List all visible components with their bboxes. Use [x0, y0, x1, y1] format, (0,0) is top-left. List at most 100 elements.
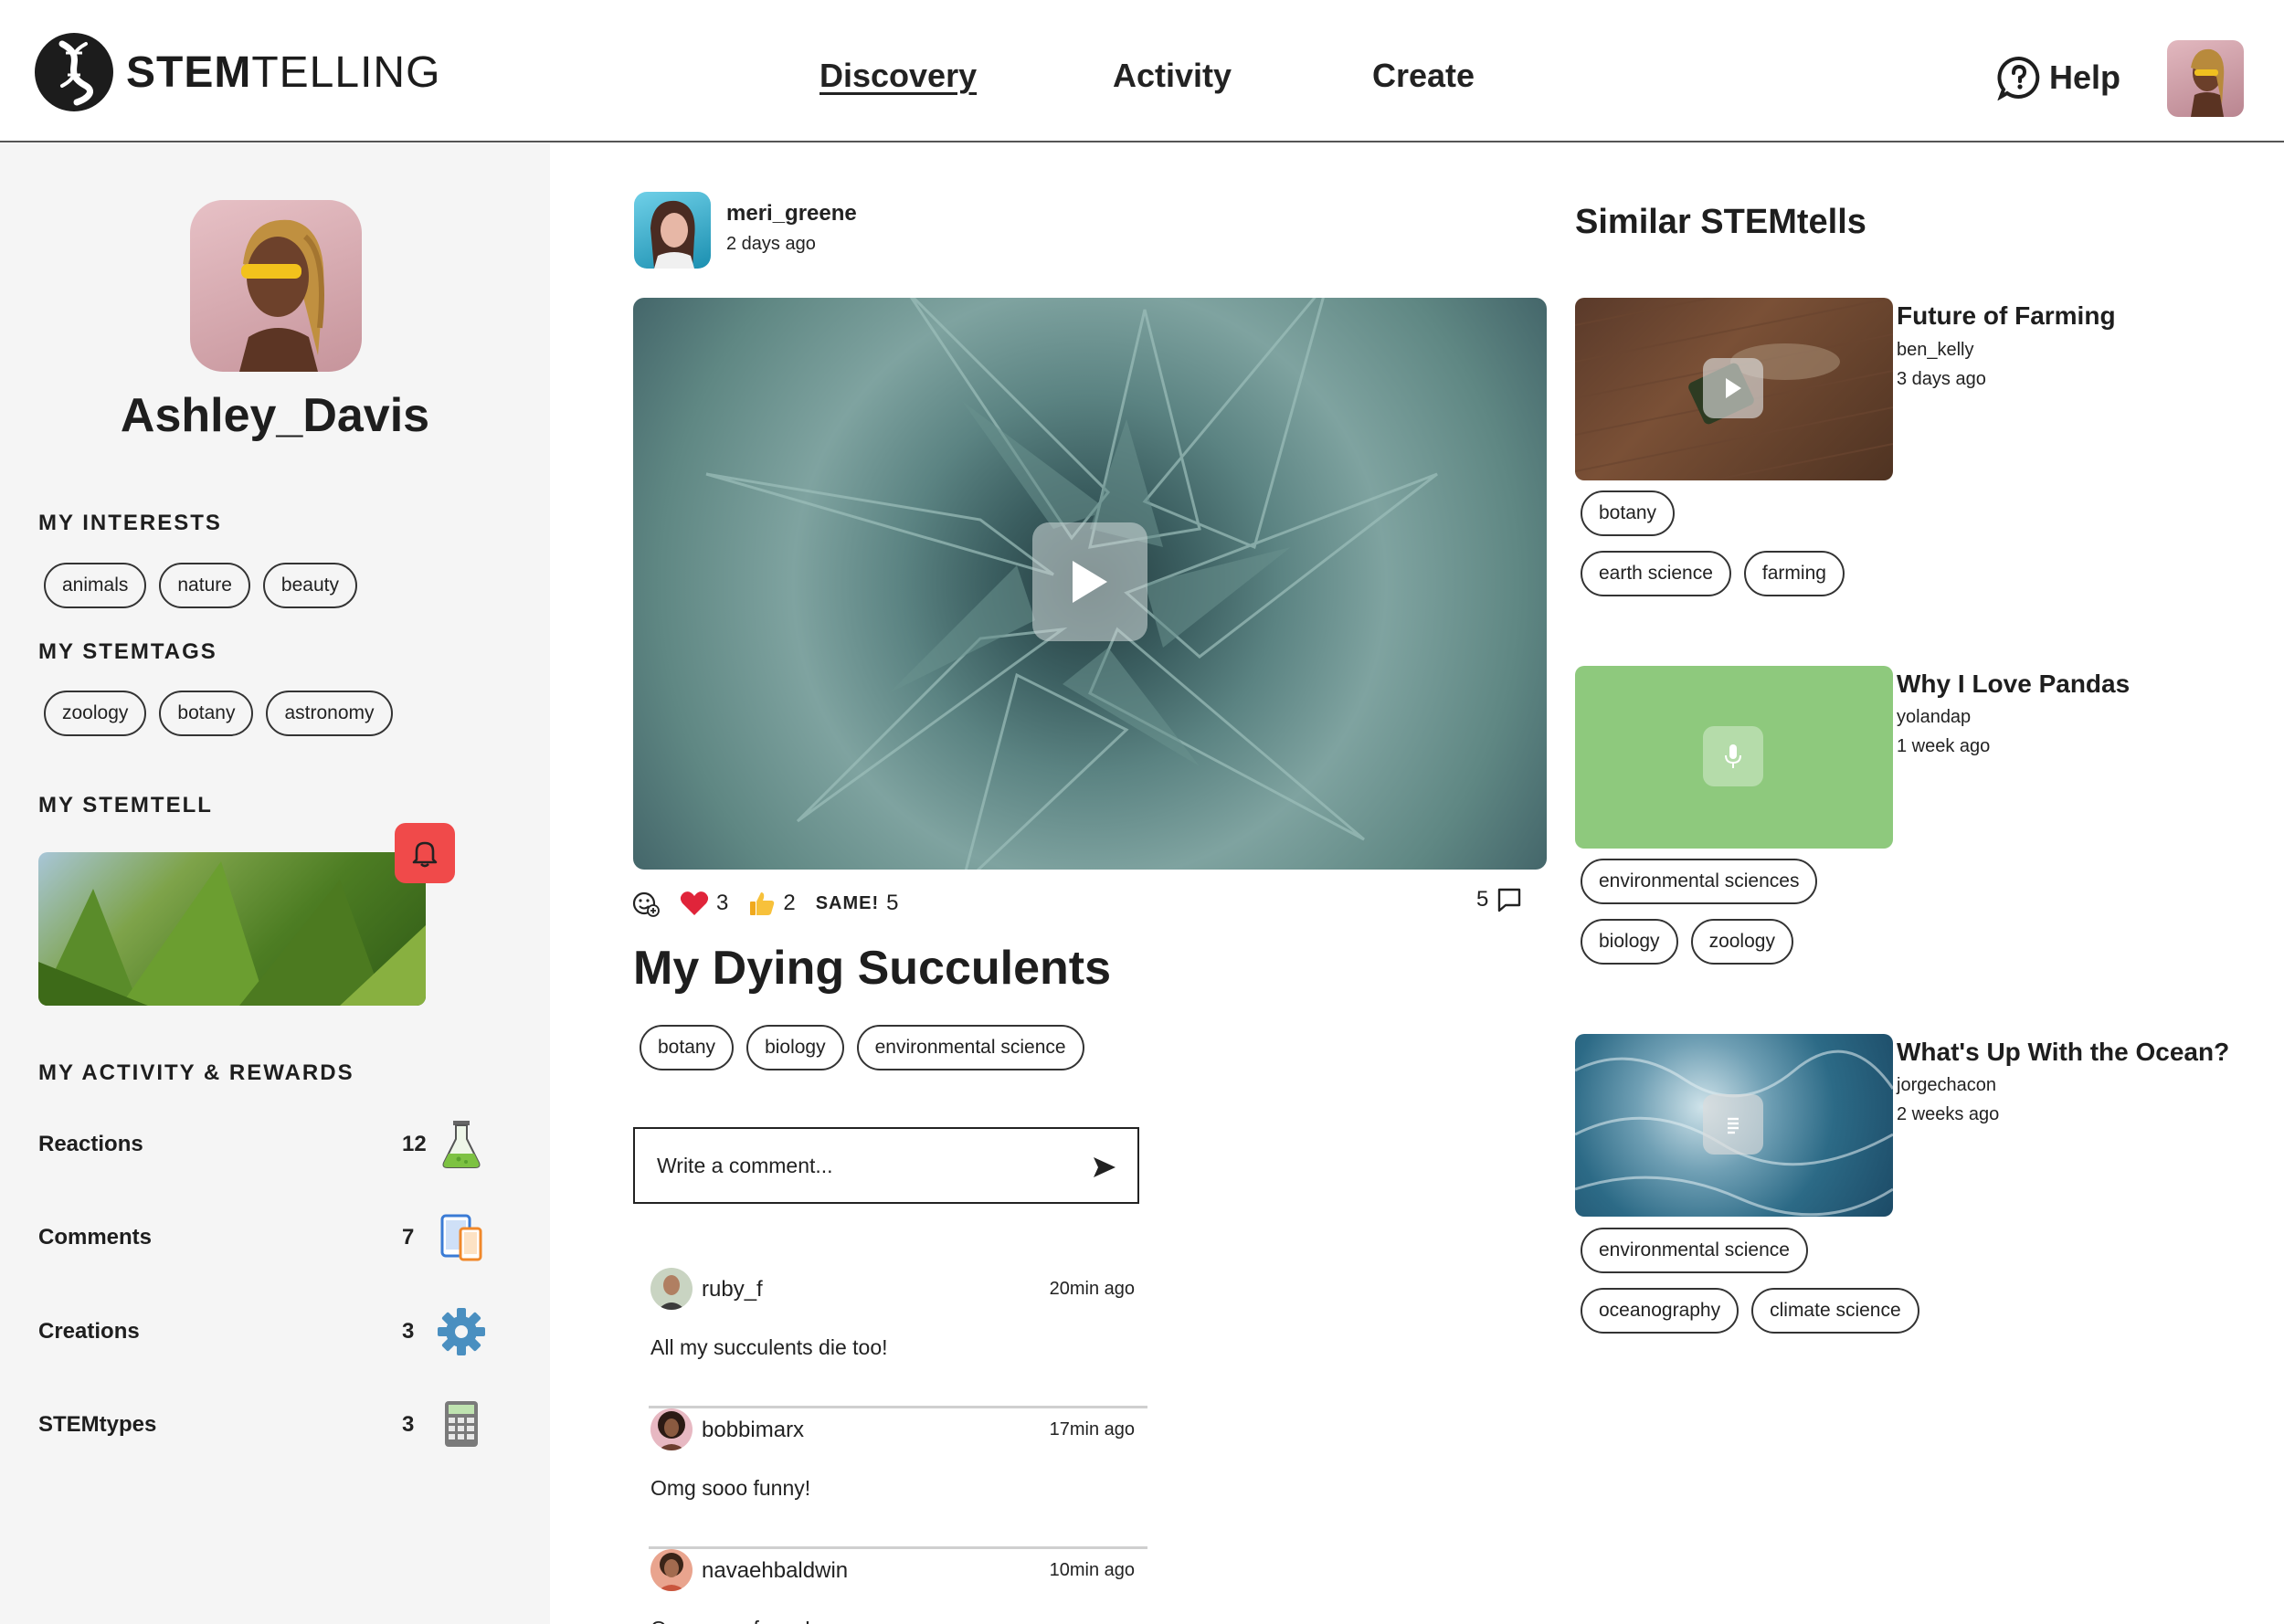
comment-time: 10min ago — [1049, 1560, 1135, 1580]
document-icon — [1728, 1117, 1739, 1134]
post-tag-chip[interactable]: botany — [640, 1025, 735, 1070]
similar-tag-chip[interactable]: botany — [1581, 490, 1676, 536]
commenter-avatar[interactable] — [650, 1549, 693, 1591]
similar-thumbnail-pandas[interactable] — [1575, 666, 1893, 849]
post-author-name[interactable]: meri_greene — [726, 201, 857, 227]
interest-chip[interactable]: beauty — [262, 563, 357, 608]
similar-author[interactable]: yolandap — [1897, 707, 1971, 728]
profile-name: Ashley_Davis — [120, 389, 430, 442]
profile-avatar[interactable] — [190, 200, 362, 372]
commenter-name[interactable]: bobbimarx — [702, 1418, 804, 1443]
similar-title[interactable]: What's Up With the Ocean? — [1897, 1038, 2229, 1067]
similar-play-button[interactable] — [1703, 358, 1763, 418]
reaction-bar: 3 2 SAME! 5 — [632, 890, 899, 917]
user-avatar[interactable] — [2167, 40, 2244, 117]
similar-tag-chip[interactable]: climate science — [1751, 1288, 1919, 1334]
interest-chip[interactable]: nature — [159, 563, 250, 608]
stemtags-chips: zoology botany astronomy — [44, 691, 393, 736]
similar-tags: oceanography climate science — [1581, 1288, 1919, 1334]
activity-rewards-title: MY ACTIVITY & REWARDS — [38, 1060, 354, 1085]
interest-chip[interactable]: animals — [44, 563, 147, 608]
similar-tag-chip[interactable]: biology — [1581, 919, 1678, 965]
flask-icon — [442, 1121, 481, 1168]
stemtelling-logo[interactable]: STEMTELLING — [35, 33, 440, 111]
comment-time: 17min ago — [1049, 1419, 1135, 1439]
similar-tags: botany — [1581, 490, 1676, 536]
similar-tags: earth science farming — [1581, 551, 1845, 596]
similar-author[interactable]: ben_kelly — [1897, 340, 1974, 361]
stemtag-chip[interactable]: zoology — [44, 691, 147, 736]
post-tag-chip[interactable]: environmental science — [856, 1025, 1084, 1070]
similar-tag-chip[interactable]: environmental science — [1581, 1228, 1808, 1273]
similar-tag-chip[interactable]: farming — [1743, 551, 1845, 596]
add-reaction-icon[interactable] — [632, 890, 660, 917]
video-play-button[interactable] — [1032, 522, 1147, 641]
microphone-icon — [1725, 744, 1741, 768]
similar-author[interactable]: jorgechacon — [1897, 1075, 1996, 1096]
similar-time: 3 days ago — [1897, 369, 1986, 389]
reward-reactions: Reactions 12 — [38, 1119, 495, 1174]
same-reaction[interactable]: SAME! 5 — [816, 891, 899, 916]
my-stemtell-thumbnail[interactable] — [38, 852, 426, 1006]
stemtags-title: MY STEMTAGS — [38, 639, 217, 664]
comment-text: Omg sooo funny! — [650, 1617, 810, 1624]
comment-text: Omg sooo funny! — [650, 1476, 811, 1500]
similar-tag-chip[interactable]: oceanography — [1581, 1288, 1739, 1334]
reward-stemtypes: STEMtypes 3 — [38, 1399, 495, 1454]
commenter-name[interactable]: ruby_f — [702, 1277, 763, 1302]
reward-comments: Comments 7 — [38, 1212, 495, 1267]
notification-bell-button[interactable] — [395, 823, 455, 883]
help-icon — [1997, 56, 2040, 100]
similar-title[interactable]: Why I Love Pandas — [1897, 670, 2130, 699]
post-tag-chip[interactable]: biology — [746, 1025, 844, 1070]
play-icon — [1726, 378, 1741, 398]
similar-thumbnail-ocean[interactable] — [1575, 1034, 1893, 1217]
nav-discovery[interactable]: Discovery — [819, 57, 977, 95]
similar-tags: environmental sciences — [1581, 859, 1818, 904]
help-button[interactable]: Help — [1996, 55, 2120, 100]
commenter-avatar[interactable] — [650, 1268, 693, 1310]
logo-text: STEMTELLING — [126, 47, 441, 97]
nav-create[interactable]: Create — [1372, 57, 1475, 95]
nav-activity[interactable]: Activity — [1113, 57, 1232, 95]
heart-reaction[interactable]: 3 — [680, 891, 728, 916]
post-author-avatar[interactable] — [634, 192, 711, 269]
heart-icon — [680, 891, 709, 915]
post-title: My Dying Succulents — [633, 942, 1111, 995]
stemtag-chip[interactable]: astronomy — [266, 691, 393, 736]
post-tags: botany biology environmental science — [640, 1025, 1084, 1070]
similar-text-button[interactable] — [1703, 1094, 1763, 1155]
similar-time: 1 week ago — [1897, 736, 1991, 756]
comment-text: All my succulents die too! — [650, 1335, 888, 1359]
interests-title: MY INTERESTS — [38, 511, 222, 535]
post-video[interactable] — [633, 298, 1547, 870]
send-icon[interactable] — [1092, 1155, 1117, 1180]
stemtell-title: MY STEMTELL — [38, 793, 213, 817]
reward-creations: Creations 3 — [38, 1306, 495, 1361]
similar-time: 2 weeks ago — [1897, 1104, 2000, 1124]
similar-audio-button[interactable] — [1703, 726, 1763, 786]
comment-time: 20min ago — [1049, 1279, 1135, 1299]
dna-logo-icon — [35, 33, 113, 111]
similar-thumbnail-farming[interactable] — [1575, 298, 1893, 480]
comment-bubble-icon — [1498, 888, 1521, 912]
devices-icon — [440, 1214, 482, 1261]
profile-sidebar: Ashley_Davis MY INTERESTS animals nature… — [0, 143, 550, 1624]
similar-title[interactable]: Future of Farming — [1897, 301, 2116, 331]
comment-box — [633, 1127, 1139, 1204]
similar-tag-chip[interactable]: earth science — [1581, 551, 1731, 596]
comment-input[interactable] — [657, 1147, 1077, 1184]
bell-icon — [412, 841, 438, 868]
calculator-icon — [445, 1401, 478, 1447]
commenter-name[interactable]: navaehbaldwin — [702, 1558, 848, 1584]
post-time: 2 days ago — [726, 234, 816, 254]
comment-count[interactable]: 5 — [1476, 886, 1523, 913]
play-icon — [1073, 561, 1107, 603]
help-label: Help — [2049, 58, 2121, 96]
thumbs-up-reaction[interactable]: 2 — [748, 890, 796, 917]
similar-tag-chip[interactable]: zoology — [1690, 919, 1793, 965]
similar-tags: biology zoology — [1581, 919, 1793, 965]
commenter-avatar[interactable] — [650, 1408, 693, 1450]
stemtag-chip[interactable]: botany — [159, 691, 254, 736]
similar-tag-chip[interactable]: environmental sciences — [1581, 859, 1818, 904]
